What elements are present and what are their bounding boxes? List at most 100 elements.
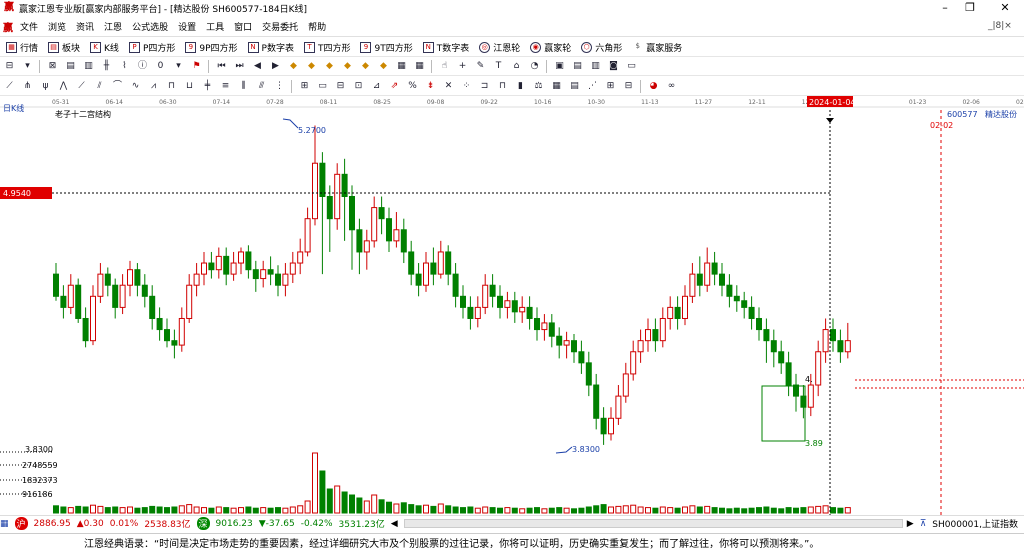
measure-icon[interactable]: ⊡ [352, 80, 365, 93]
table-icon[interactable]: ▦ [550, 80, 563, 93]
mark-icon[interactable]: ⇟ [424, 80, 437, 93]
menu-item-settings[interactable]: 设置 [178, 20, 196, 33]
diamond-icon-1[interactable]: ◆ [287, 60, 300, 73]
monitor-icon[interactable]: ▭ [625, 60, 638, 73]
kline-chart[interactable]: 05-31 06-14 06-30 07-14 07-28 08-11 08-25 09-08… [0, 96, 1024, 515]
cross-icon[interactable]: ✕ [442, 80, 455, 93]
diamond-icon-3[interactable]: ◆ [323, 60, 336, 73]
next-icon[interactable]: ▶ [269, 60, 282, 73]
menu-item-help[interactable]: 帮助 [308, 20, 326, 33]
zero-icon[interactable]: 0 [154, 60, 167, 73]
zigzag-icon[interactable]: ⩘ [147, 80, 160, 93]
square-icon[interactable]: ⊞ [298, 80, 311, 93]
dotgrid-icon[interactable]: ⋰ [586, 80, 599, 93]
kline-chart-panel[interactable]: 05-31 06-14 06-30 07-14 07-28 08-11 08-25 09-08… [0, 96, 1024, 515]
level-icon[interactable]: ≡ [219, 80, 232, 93]
channel-icon[interactable]: ⫽ [93, 80, 106, 93]
line-icon[interactable]: ⌇ [118, 60, 131, 73]
diamond-icon-4[interactable]: ◆ [341, 60, 354, 73]
toolbar-quotes-button[interactable]: ▦ 行情 [6, 41, 38, 54]
fork-icon[interactable]: ψ [39, 80, 52, 93]
tag-icon[interactable]: ⌂ [510, 60, 523, 73]
columns-icon[interactable]: ⫻ [255, 80, 268, 93]
infinity-icon[interactable]: ∞ [665, 80, 678, 93]
mdi-controls[interactable]: _|8|× [988, 21, 1012, 31]
dropdown-icon[interactable]: ▾ [21, 60, 34, 73]
close-icon[interactable]: ✕ [990, 0, 1020, 16]
bars-icon[interactable]: ⫼ [237, 80, 250, 93]
draw-line-icon[interactable]: ⟋ [3, 80, 16, 93]
menu-item-gann[interactable]: 江恩 [104, 20, 122, 33]
save-icon[interactable]: ▤ [571, 60, 584, 73]
toolbar-sector-button[interactable]: ▤ 板块 [48, 41, 80, 54]
diamond-icon-2[interactable]: ◆ [305, 60, 318, 73]
boxes-icon[interactable]: ⊟ [334, 80, 347, 93]
first-icon[interactable]: ⏮ [215, 60, 228, 73]
text-icon[interactable]: T [492, 60, 505, 73]
toolbar-9t-square-button[interactable]: 9 9T四方形 [360, 41, 413, 54]
up-arrow-icon[interactable]: ⇗ [388, 80, 401, 93]
grid-icon-3[interactable]: ▦ [413, 60, 426, 73]
diamond-icon-5[interactable]: ◆ [359, 60, 372, 73]
list-icon[interactable]: ▤ [64, 60, 77, 73]
bracket-icon[interactable]: ⊔ [183, 80, 196, 93]
toolbar-p-square-button[interactable]: P P四方形 [128, 41, 175, 54]
horizontal-scrollbar[interactable] [403, 519, 903, 528]
scroll-left-icon[interactable]: ◀ [391, 519, 398, 529]
scroll-right-icon[interactable]: ▶ [907, 519, 914, 529]
print-icon[interactable]: ▥ [589, 60, 602, 73]
pencil-icon[interactable]: ✎ [474, 60, 487, 73]
toolbar-service-button[interactable]: $ 赢家服务 [632, 41, 682, 54]
bar-chart-icon[interactable]: ▥ [82, 60, 95, 73]
toolbar-hexagon-button[interactable]: ⬡ 六角形 [581, 41, 622, 54]
toolbar-t-square-button[interactable]: T T四方形 [303, 41, 350, 54]
color-wheel-icon[interactable]: ◕ [647, 80, 660, 93]
stat-icon[interactable]: ⊓ [496, 80, 509, 93]
layout-icon[interactable]: ⊟ [3, 60, 16, 73]
toolbar-p-table-button[interactable]: N P数字表 [247, 41, 294, 54]
camera-icon[interactable]: ◙ [607, 60, 620, 73]
candle-icon[interactable]: ╫ [100, 60, 113, 73]
hand-icon[interactable]: ☝ [438, 60, 451, 73]
scale-icon[interactable]: ⚖ [532, 80, 545, 93]
chart-icon-2[interactable]: ▮ [514, 80, 527, 93]
menu-item-info[interactable]: 资讯 [76, 20, 94, 33]
menu-item-file[interactable]: 文件 [20, 20, 38, 33]
toolbar-gann-wheel-button[interactable]: ◎ 江恩轮 [479, 41, 520, 54]
align-icon[interactable]: ⊟ [622, 80, 635, 93]
menu-item-trade[interactable]: 交易委托 [262, 20, 298, 33]
rect-icon[interactable]: ▭ [316, 80, 329, 93]
wave-icon[interactable]: ∿ [129, 80, 142, 93]
dropdown-icon-2[interactable]: ▾ [172, 60, 185, 73]
menu-item-window[interactable]: 窗口 [234, 20, 252, 33]
cycle-icon[interactable]: ⊓ [165, 80, 178, 93]
toolbar-9p-square-button[interactable]: 9 9P四方形 [185, 41, 238, 54]
info-icon[interactable]: ⓘ [136, 60, 149, 73]
pitchfork-icon[interactable]: ⋔ [21, 80, 34, 93]
toolbar-t-table-button[interactable]: N T数字表 [422, 41, 469, 54]
ladder-icon[interactable]: ⊐ [478, 80, 491, 93]
chart-settings-icon[interactable]: ⊠ [46, 60, 59, 73]
diamond-icon-6[interactable]: ◆ [377, 60, 390, 73]
toolbar-kline-button[interactable]: K K线 [90, 41, 119, 54]
matrix-icon[interactable]: ⊞ [604, 80, 617, 93]
menu-item-tools[interactable]: 工具 [206, 20, 224, 33]
menu-item-browse[interactable]: 浏览 [48, 20, 66, 33]
crosshair-icon[interactable]: + [456, 60, 469, 73]
grid-lines-icon[interactable]: ╪ [201, 80, 214, 93]
eye-icon[interactable]: ◔ [528, 60, 541, 73]
ray-icon[interactable]: ⟋ [75, 80, 88, 93]
flag-icon[interactable]: ⚑ [190, 60, 203, 73]
trend-icon[interactable]: ⊿ [370, 80, 383, 93]
prev-icon[interactable]: ◀ [251, 60, 264, 73]
grid-icon-2[interactable]: ▦ [395, 60, 408, 73]
last-icon[interactable]: ⏭ [233, 60, 246, 73]
status-menu-icon[interactable]: ▦ [0, 519, 9, 529]
menu-item-formula[interactable]: 公式选股 [132, 20, 168, 33]
fan-icon[interactable]: ⋀ [57, 80, 70, 93]
toolbar-winner-wheel-button[interactable]: ◉ 赢家轮 [530, 41, 571, 54]
points-icon[interactable]: ⁘ [460, 80, 473, 93]
restore-icon[interactable]: ❐ [955, 0, 985, 16]
calculator-icon[interactable]: ▣ [553, 60, 566, 73]
fib-icon[interactable]: ⋮ [273, 80, 286, 93]
